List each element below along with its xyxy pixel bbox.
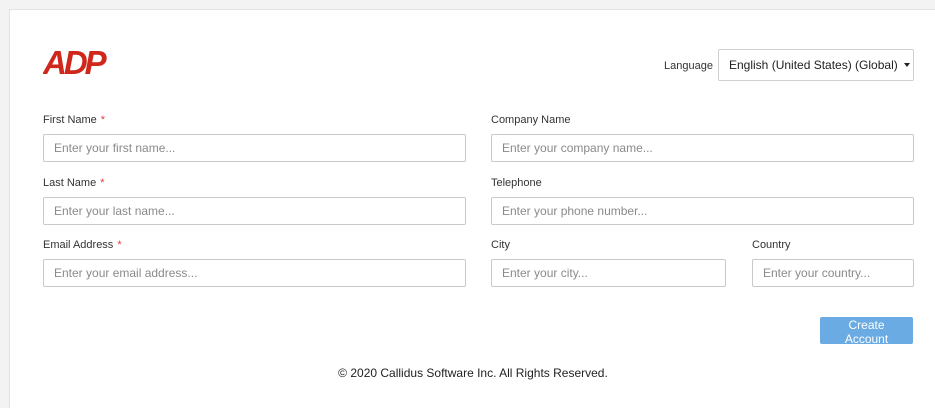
last-name-label: Last Name *: [43, 177, 105, 189]
country-label: Country: [752, 239, 791, 251]
required-marker: *: [100, 114, 106, 126]
caret-down-icon: [903, 63, 910, 67]
language-label: Language: [664, 60, 713, 72]
company-name-input[interactable]: [491, 134, 914, 162]
adp-logo: ADP: [43, 44, 111, 80]
email-input[interactable]: [43, 259, 466, 287]
company-name-label: Company Name: [491, 114, 571, 126]
required-marker: *: [100, 177, 105, 189]
copyright-footer: © 2020 Callidus Software Inc. All Rights…: [338, 366, 608, 380]
telephone-input[interactable]: [491, 197, 914, 225]
city-input[interactable]: [491, 259, 726, 287]
first-name-label: First Name *: [43, 114, 106, 126]
telephone-label: Telephone: [491, 177, 542, 189]
create-account-button[interactable]: Create Account: [820, 317, 913, 346]
svg-text:ADP: ADP: [43, 44, 108, 80]
country-input[interactable]: [752, 259, 914, 287]
required-marker: *: [117, 239, 122, 251]
email-label: Email Address *: [43, 239, 122, 251]
language-selected-value: English (United States) (Global): [729, 58, 898, 72]
language-select[interactable]: English (United States) (Global): [718, 49, 914, 81]
last-name-input[interactable]: [43, 197, 466, 225]
signup-card: ADP Language English (United States) (Gl…: [9, 9, 935, 408]
first-name-input[interactable]: [43, 134, 466, 162]
city-label: City: [491, 239, 510, 251]
